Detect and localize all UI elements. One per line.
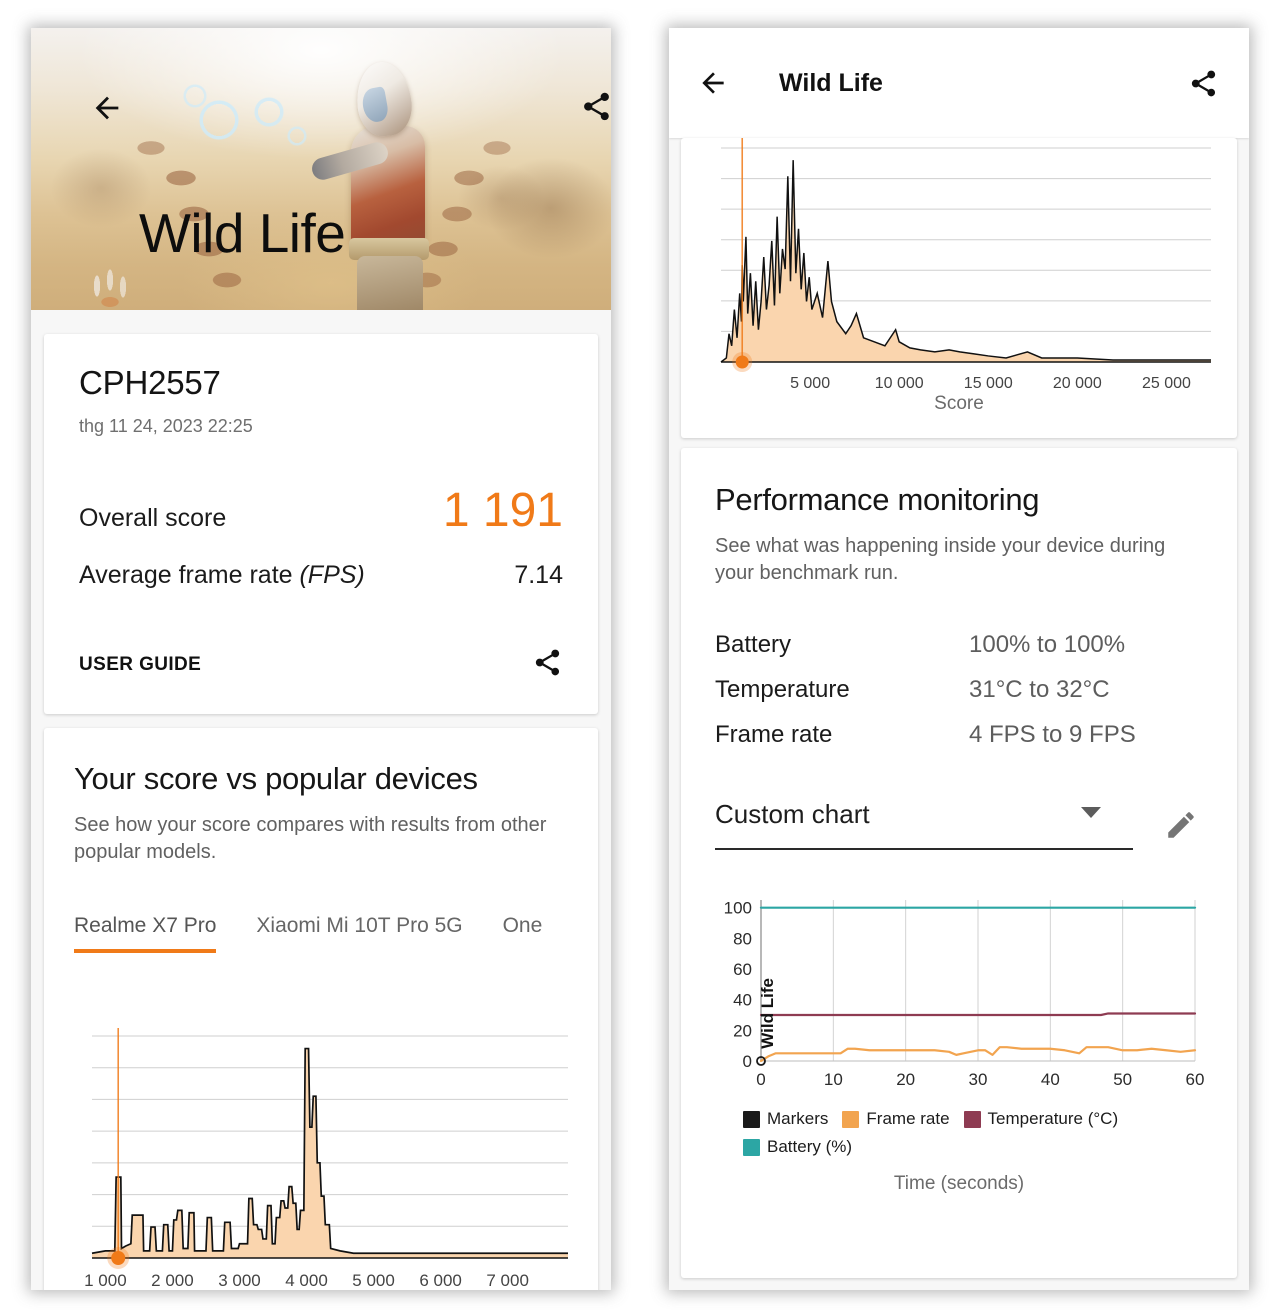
legend-label-battery: Battery (%) [767, 1137, 853, 1156]
legend-label-markers: Markers [767, 1109, 829, 1128]
svg-text:Wild Life: Wild Life [758, 978, 777, 1049]
legend-item-temperature: Temperature (°C) [963, 1109, 1119, 1129]
global-score-distribution-chart: 5 000 10 000 15 000 20 000 25 000 [720, 138, 1211, 392]
share-button[interactable] [576, 86, 611, 126]
legend-swatch-battery [743, 1138, 760, 1156]
legend-label-frame-rate: Frame rate [866, 1109, 950, 1128]
legend-swatch-markers [743, 1110, 760, 1128]
frame-rate-row: Average frame rate (FPS) 7.14 [79, 561, 563, 590]
device-score-distribution-chart: 1 000 2 000 3 000 4 000 5 000 6 000 7 000 [84, 1028, 568, 1290]
global-score-distribution-card: 5 000 10 000 15 000 20 000 25 000 Score [681, 138, 1237, 438]
svg-text:30: 30 [969, 1070, 988, 1089]
frame-rate-label: Frame rate [715, 721, 833, 748]
tab-one[interactable]: One [503, 914, 543, 953]
overall-score-row: Overall score 1 191 [79, 487, 563, 535]
svg-text:50: 50 [1113, 1070, 1132, 1089]
svg-text:0: 0 [756, 1070, 765, 1089]
share-button[interactable] [1181, 61, 1225, 105]
svg-text:15 000: 15 000 [964, 375, 1013, 392]
svg-text:40: 40 [1041, 1070, 1060, 1089]
legend-swatch-frame-rate [842, 1110, 860, 1128]
svg-text:20 000: 20 000 [1053, 375, 1102, 392]
device-name: CPH2557 [79, 364, 221, 401]
device-tabs: Realme X7 Pro Xiaomi Mi 10T Pro 5G One [74, 914, 568, 953]
user-guide-row: USER GUIDE [79, 647, 563, 683]
app-bar-title: Wild Life [779, 68, 883, 97]
legend-item-battery: Battery (%) [743, 1137, 852, 1157]
svg-text:0: 0 [743, 1052, 752, 1071]
chart-type-value: Custom chart [715, 799, 870, 829]
svg-text:20: 20 [896, 1070, 915, 1089]
timeline-xlabel: Time (seconds) [893, 1173, 1025, 1194]
hero-title: Wild Life [139, 202, 346, 264]
left-phone-panel: Wild Life CPH2557 thg 11 24, 2023 22:25 … [31, 28, 611, 1290]
svg-text:20: 20 [733, 1021, 752, 1040]
comparison-subtitle: See how your score compares with results… [74, 814, 547, 863]
svg-text:5 000: 5 000 [790, 375, 830, 392]
back-button[interactable] [87, 88, 127, 128]
chart-type-dropdown[interactable]: Custom chart [715, 799, 1134, 850]
hero-banner: Wild Life [31, 28, 611, 310]
performance-monitoring-card: Performance monitoring See what was happ… [681, 448, 1237, 1278]
svg-text:7 000: 7 000 [486, 1271, 529, 1290]
svg-text:10: 10 [824, 1070, 843, 1089]
legend-item-markers: Markers [743, 1109, 828, 1129]
global-chart-xlabel: Score [934, 393, 984, 414]
svg-text:80: 80 [733, 929, 752, 948]
run-timestamp: thg 11 24, 2023 22:25 [79, 416, 253, 436]
hero-character-figure [309, 59, 461, 310]
svg-text:100: 100 [724, 899, 752, 918]
stat-row-battery: Battery 100% to 100% [715, 631, 1203, 659]
performance-stats: Battery 100% to 100% Temperature 31°C to… [715, 631, 1203, 749]
svg-text:3 000: 3 000 [218, 1271, 261, 1290]
performance-timeline-chart: 0 10 20 30 40 50 60 0 20 40 60 80 100 Wild Life [724, 899, 1205, 1089]
hero-foliage [77, 256, 147, 310]
performance-title: Performance monitoring [715, 482, 1040, 517]
timeline-legend: Markers Frame rate Temperature (°C) Batt… [715, 1109, 1155, 1157]
stat-row-temperature: Temperature 31°C to 32°C [715, 676, 1203, 704]
score-comparison-card: Your score vs popular devices See how yo… [44, 728, 598, 1290]
battery-label: Battery [715, 631, 792, 658]
stat-row-frame-rate: Frame rate 4 FPS to 9 FPS [715, 721, 1203, 749]
frame-rate-value: 4 FPS to 9 FPS [969, 721, 1136, 748]
legend-swatch-temperature [963, 1110, 981, 1128]
performance-timeline-wrap: 0 10 20 30 40 50 60 0 20 40 60 80 100 Wild Life Marke… [715, 890, 1205, 1195]
svg-text:40: 40 [733, 991, 752, 1010]
svg-text:60: 60 [733, 960, 752, 979]
battery-value: 100% to 100% [969, 631, 1126, 658]
tab-realme-x7-pro[interactable]: Realme X7 Pro [74, 914, 217, 953]
svg-text:6 000: 6 000 [419, 1271, 462, 1290]
share-result-button[interactable] [532, 647, 563, 683]
app-bar: Wild Life [669, 28, 1249, 138]
chart-selector-row: Custom chart [715, 799, 1203, 850]
frame-rate-label: Average frame rate (FPS) [79, 561, 365, 589]
score-summary-card: CPH2557 thg 11 24, 2023 22:25 Overall sc… [44, 334, 598, 714]
screenshot-root: Wild Life CPH2557 thg 11 24, 2023 22:25 … [0, 0, 1280, 1313]
overall-score-label: Overall score [79, 504, 227, 532]
svg-text:1 000: 1 000 [84, 1271, 127, 1290]
pencil-icon[interactable] [1159, 803, 1203, 847]
legend-label-temperature: Temperature (°C) [987, 1109, 1119, 1128]
temperature-label: Temperature [715, 676, 850, 703]
frame-rate-value: 7.14 [514, 561, 563, 589]
svg-text:25 000: 25 000 [1142, 375, 1191, 392]
performance-subtitle: See what was happening inside your devic… [715, 535, 1166, 584]
overall-score-value: 1 191 [442, 484, 563, 537]
svg-text:10 000: 10 000 [875, 375, 924, 392]
comparison-title: Your score vs popular devices [74, 761, 478, 796]
legend-item-frame-rate: Frame rate [842, 1109, 950, 1129]
svg-text:4 000: 4 000 [285, 1271, 328, 1290]
svg-text:2 000: 2 000 [151, 1271, 194, 1290]
svg-text:5 000: 5 000 [352, 1271, 395, 1290]
tab-xiaomi-mi-10t-pro-5g[interactable]: Xiaomi Mi 10T Pro 5G [256, 914, 462, 953]
user-guide-link[interactable]: USER GUIDE [79, 654, 201, 676]
temperature-value: 31°C to 32°C [969, 676, 1110, 703]
chevron-down-icon [1081, 807, 1102, 818]
right-phone-panel: Wild Life 5 000 10 000 15 000 20 000 25 000 … [669, 28, 1249, 1290]
svg-text:60: 60 [1186, 1070, 1205, 1089]
back-button[interactable] [691, 61, 735, 105]
hero-magic-glyph-icon [159, 74, 329, 174]
